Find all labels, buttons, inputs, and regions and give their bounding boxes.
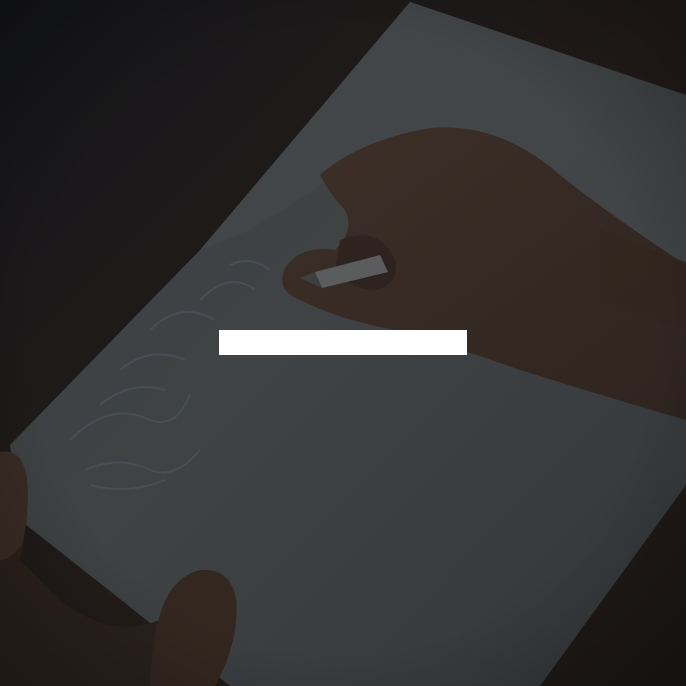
redaction-bar <box>219 330 467 355</box>
